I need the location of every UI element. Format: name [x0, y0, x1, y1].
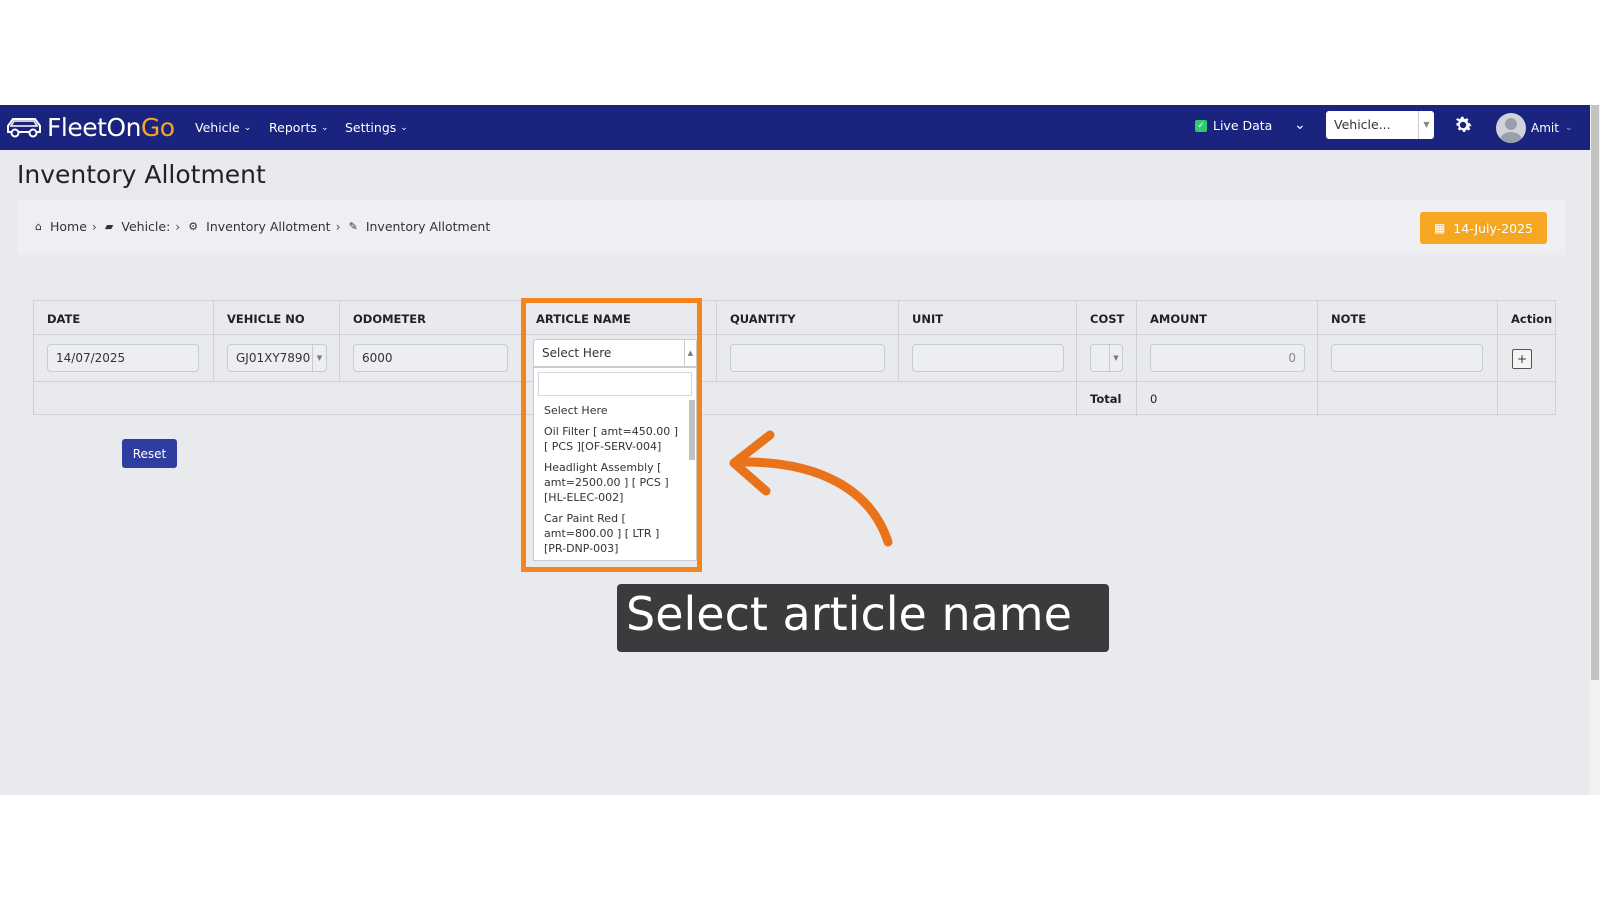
header-amount: AMOUNT	[1137, 301, 1317, 335]
header-date: DATE	[34, 301, 213, 335]
chevron-down-icon: ⌄	[1564, 123, 1573, 133]
column-note: NOTE	[1318, 301, 1498, 381]
header-quantity: QUANTITY	[717, 301, 898, 335]
cost-select[interactable]: ▼	[1090, 344, 1123, 372]
nav-menu-vehicle[interactable]: Vehicle ⌄	[195, 105, 251, 150]
live-data-label: Live Data	[1213, 118, 1273, 133]
chevron-down-icon: ⌄	[320, 122, 329, 133]
header-vehicle-no: VEHICLE NO	[214, 301, 339, 335]
unit-input[interactable]	[912, 344, 1064, 372]
date-input[interactable]: 14/07/2025	[47, 344, 199, 372]
total-value: 0	[1137, 382, 1318, 416]
vehicle-select[interactable]: Vehicle... ▼	[1326, 111, 1434, 139]
curved-arrow-icon	[729, 430, 893, 547]
breadcrumb-vehicle[interactable]: Vehicle:	[121, 219, 170, 234]
breadcrumb-inventory-allotment[interactable]: Inventory Allotment	[206, 219, 330, 234]
column-odometer: ODOMETER 6000	[340, 301, 523, 381]
edit-icon: ✎	[348, 220, 358, 233]
app-window: FleetOnGo Vehicle ⌄ Reports ⌄ Settings ⌄ ✓ …	[0, 105, 1600, 795]
column-unit: UNIT	[899, 301, 1077, 381]
column-action: Action +	[1498, 301, 1557, 381]
instruction-caption: Select article name	[617, 584, 1109, 652]
header-cost: COST	[1077, 301, 1136, 335]
dropdown-arrow-icon: ▼	[1109, 345, 1122, 371]
header-action: Action	[1498, 301, 1557, 335]
car-logo-icon	[7, 118, 41, 138]
date-button-label: 14-July-2025	[1453, 220, 1533, 236]
brand-name: FleetOnGo	[47, 113, 175, 142]
nav-menu-settings-label: Settings	[345, 120, 397, 135]
header-odometer: ODOMETER	[340, 301, 522, 335]
column-date: DATE 14/07/2025	[34, 301, 214, 381]
chevron-down-icon: ⌄	[400, 122, 408, 133]
gear-icon[interactable]	[1452, 114, 1474, 136]
user-menu[interactable]: Amit ⌄	[1496, 113, 1572, 143]
scrollbar-thumb[interactable]	[1591, 105, 1599, 680]
total-row: Total 0	[34, 381, 1557, 416]
breadcrumb-separator: ›	[335, 219, 341, 234]
highlight-box	[521, 298, 702, 572]
column-cost: COST ▼	[1077, 301, 1137, 381]
total-label: Total	[1077, 382, 1137, 416]
live-data-toggle[interactable]: ✓ Live Data	[1195, 118, 1272, 133]
chevron-down-icon[interactable]: ⌄	[1294, 117, 1306, 133]
breadcrumb-separator: ›	[91, 219, 97, 234]
page-title: Inventory Allotment	[17, 160, 266, 189]
date-button[interactable]: ▦ 14-July-2025	[1419, 212, 1547, 244]
amount-input[interactable]: 0	[1150, 344, 1305, 372]
add-row-button[interactable]: +	[1512, 349, 1532, 369]
nav-menu-vehicle-label: Vehicle	[195, 120, 240, 135]
brand-name-part1: FleetOn	[47, 112, 141, 142]
chevron-down-icon: ⌄	[243, 122, 252, 133]
gears-icon: ⚙	[188, 220, 199, 233]
breadcrumb-current: Inventory Allotment	[365, 219, 491, 234]
avatar	[1496, 113, 1526, 143]
column-vehicle-no: VEHICLE NO GJ01XY7890 ▼	[214, 301, 340, 381]
dropdown-arrow-icon: ▼	[1418, 111, 1434, 139]
column-quantity: QUANTITY	[717, 301, 899, 381]
header-unit: UNIT	[899, 301, 1076, 335]
reset-button[interactable]: Reset	[122, 439, 177, 468]
header-note: NOTE	[1318, 301, 1497, 335]
allotment-table: DATE 14/07/2025 VEHICLE NO GJ01XY7890 ▼ …	[33, 300, 1557, 416]
page-scrollbar[interactable]	[1590, 105, 1600, 795]
nav-menu-settings[interactable]: Settings ⌄	[345, 105, 408, 150]
nav-menu-reports-label: Reports	[269, 120, 317, 135]
user-name: Amit	[1531, 121, 1559, 135]
note-input[interactable]	[1331, 344, 1483, 372]
breadcrumb-bar: ⌂ Home › ▰ Vehicle: › ⚙ Inventory Allotm…	[17, 200, 1565, 255]
breadcrumb-separator: ›	[175, 219, 181, 234]
top-navbar: FleetOnGo Vehicle ⌄ Reports ⌄ Settings ⌄ ✓ …	[0, 105, 1590, 150]
live-data-checkbox[interactable]: ✓	[1195, 119, 1207, 132]
calendar-icon: ▦	[1433, 221, 1446, 235]
vehicle-no-select[interactable]: GJ01XY7890 ▼	[227, 344, 327, 372]
odometer-input[interactable]: 6000	[353, 344, 508, 372]
vehicle-no-value: GJ01XY7890	[236, 351, 311, 365]
dropdown-arrow-icon: ▼	[312, 345, 326, 371]
vehicle-select-value: Vehicle...	[1334, 117, 1391, 132]
quantity-input[interactable]	[730, 344, 885, 372]
column-amount: AMOUNT 0	[1137, 301, 1318, 381]
breadcrumb: ⌂ Home › ▰ Vehicle: › ⚙ Inventory Allotm…	[35, 219, 490, 234]
breadcrumb-home[interactable]: Home	[50, 219, 87, 234]
app-logo[interactable]: FleetOnGo	[4, 110, 175, 144]
home-icon: ⌂	[35, 220, 42, 233]
nav-menu-reports[interactable]: Reports ⌄	[269, 105, 329, 150]
brand-name-part2: Go	[140, 112, 175, 142]
truck-icon: ▰	[104, 220, 114, 233]
total-row-note-cell	[1318, 382, 1498, 416]
